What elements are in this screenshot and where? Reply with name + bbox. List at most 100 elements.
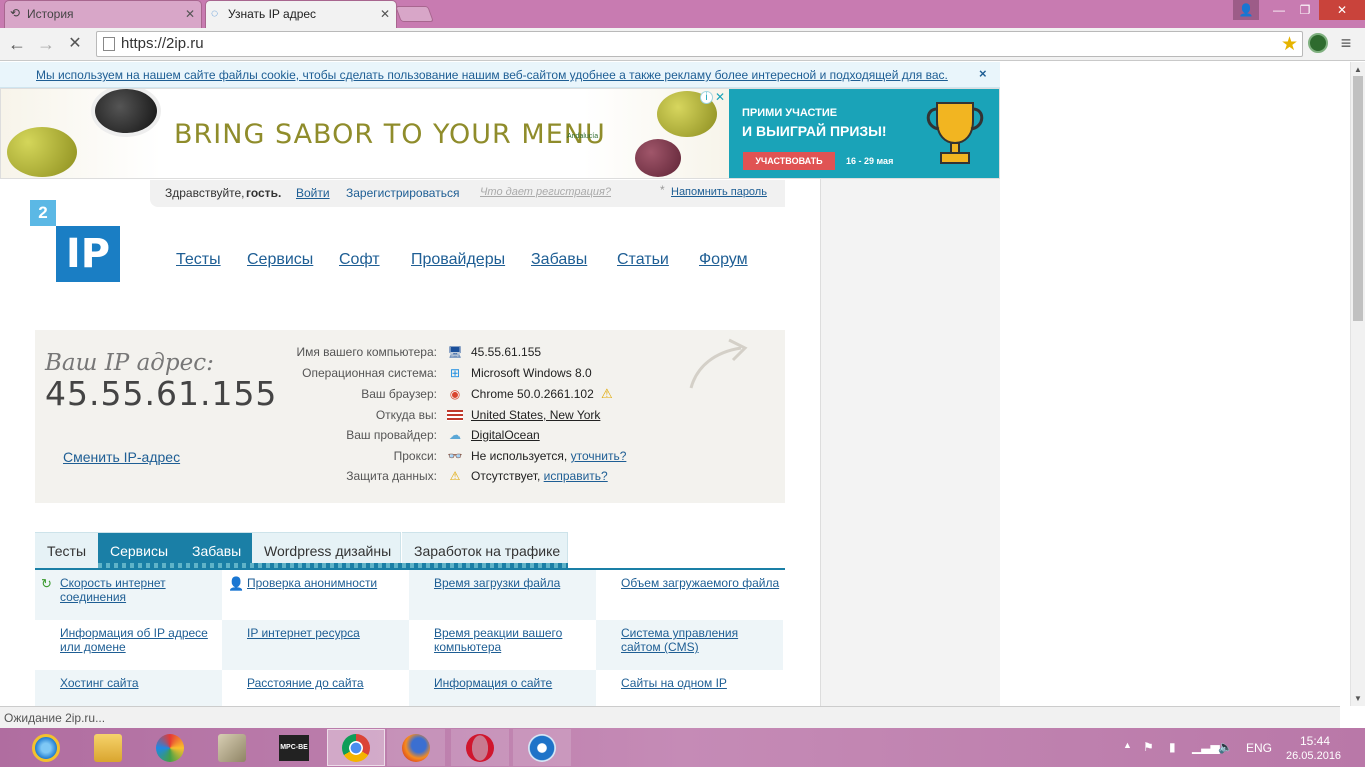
- service-link[interactable]: Информация об IP адресе или домене: [60, 626, 220, 654]
- nav-fun[interactable]: Забавы: [531, 251, 587, 269]
- why-register-link[interactable]: Что дает регистрация?: [480, 186, 611, 198]
- scroll-thumb[interactable]: [1353, 76, 1363, 321]
- taskbar-archive[interactable]: [203, 729, 261, 766]
- warning-icon[interactable]: ⚠: [601, 386, 613, 402]
- page-icon: [103, 37, 115, 51]
- nav-tests[interactable]: Тесты: [176, 251, 221, 269]
- close-icon[interactable]: ×: [979, 66, 987, 81]
- ip-row-label: Ваш провайдер:: [346, 428, 437, 442]
- forward-arrow-icon[interactable]: →: [35, 33, 57, 55]
- service-cell: Информация об IP адресе или домене: [35, 620, 222, 670]
- page-scrollbar[interactable]: ▲ ▼: [1350, 62, 1365, 706]
- globe-extension-icon[interactable]: [1308, 33, 1328, 53]
- url-text[interactable]: https://2ip.ru: [121, 35, 204, 52]
- address-bar[interactable]: https://2ip.ru ★: [96, 31, 1303, 57]
- clock-time[interactable]: 15:44: [1300, 734, 1330, 748]
- menu-icon[interactable]: ≡: [1338, 34, 1354, 52]
- chrome-icon: ◉: [449, 387, 461, 401]
- cookie-notice-text[interactable]: Мы используем на нашем сайте файлы cooki…: [36, 68, 948, 82]
- fix-link[interactable]: исправить?: [544, 469, 608, 483]
- location-link[interactable]: United States, New York: [471, 408, 600, 422]
- anonymity-person-icon: 👤: [228, 576, 245, 591]
- bookmark-star-icon[interactable]: ★: [1281, 33, 1298, 56]
- tab-tests[interactable]: Тесты: [35, 532, 98, 569]
- teamviewer-icon: [528, 733, 556, 762]
- taskbar-firefox[interactable]: [387, 729, 445, 766]
- volume-muted-icon[interactable]: 🔈: [1218, 740, 1233, 754]
- service-link[interactable]: Сайты на одном IP: [621, 676, 781, 690]
- close-window-button[interactable]: ✕: [1319, 0, 1365, 20]
- taskbar-explorer[interactable]: [79, 729, 137, 766]
- ad-info-icon[interactable]: i: [700, 91, 713, 104]
- service-link[interactable]: Система управления сайтом (CMS): [621, 626, 781, 654]
- new-tab-button[interactable]: [395, 6, 434, 22]
- provider-link[interactable]: DigitalOcean: [471, 428, 540, 442]
- nav-articles[interactable]: Статьи: [617, 251, 669, 269]
- ip-row-label: Имя вашего компьютера:: [296, 345, 437, 359]
- taskbar-chrome[interactable]: [327, 729, 385, 766]
- nav-providers[interactable]: Провайдеры: [411, 251, 505, 269]
- firefox-icon: [402, 733, 430, 762]
- service-link[interactable]: Время загрузки файла: [434, 576, 594, 590]
- taskbar-mpc-be[interactable]: MPC-BE: [265, 729, 323, 766]
- service-cell: Информация о сайте: [409, 670, 596, 706]
- ad-promo-panel[interactable]: ПРИМИ УЧАСТИЕ И ВЫИГРАЙ ПРИЗЫ! УЧАСТВОВА…: [729, 89, 999, 178]
- close-tab-icon[interactable]: ✕: [380, 1, 390, 27]
- service-link[interactable]: Проверка анонимности: [247, 576, 407, 590]
- service-link[interactable]: IP интернет ресурса: [247, 626, 407, 640]
- stop-loading-icon[interactable]: ✕: [64, 33, 86, 55]
- ad-slogan: BRING SABOR TO YOUR MENU: [174, 119, 606, 150]
- scroll-down-icon[interactable]: ▼: [1354, 694, 1362, 703]
- taskbar-ie[interactable]: [17, 729, 75, 766]
- back-arrow-icon[interactable]: ←: [6, 33, 28, 55]
- ad-olives-panel[interactable]: BRING SABOR TO YOUR MENU Andalucía i ✕: [1, 89, 729, 178]
- glasses-icon: 👓: [447, 449, 463, 463]
- service-cell: Система управления сайтом (CMS): [596, 620, 783, 670]
- service-link[interactable]: Хостинг сайта: [60, 676, 220, 690]
- service-link[interactable]: Расстояние до сайта: [247, 676, 407, 690]
- user-profile-icon[interactable]: 👤: [1233, 0, 1259, 20]
- power-icon[interactable]: ▮: [1169, 740, 1176, 754]
- ad-participate-button[interactable]: УЧАСТВОВАТЬ: [743, 152, 835, 170]
- ip-row-value: Chrome 50.0.2661.102: [471, 387, 594, 401]
- taskbar-teamviewer[interactable]: [513, 729, 571, 766]
- nav-services[interactable]: Сервисы: [247, 251, 313, 269]
- network-icon[interactable]: ▁▃▅: [1192, 740, 1220, 754]
- nav-software[interactable]: Софт: [339, 251, 380, 269]
- ip-row-location: Откуда вы: United States, New York: [35, 406, 785, 426]
- right-sidebar: [820, 179, 1000, 706]
- arrow-decoration-icon: [689, 338, 748, 389]
- tab-2ip[interactable]: ◌ Узнать IP адрес ✕: [205, 0, 397, 29]
- service-link[interactable]: Время реакции вашего компьютера: [434, 626, 594, 654]
- service-link[interactable]: Информация о сайте: [434, 676, 594, 690]
- action-center-icon[interactable]: ⚑: [1143, 740, 1154, 754]
- tab-history[interactable]: ⟲ История ✕: [4, 0, 202, 28]
- language-indicator[interactable]: ENG: [1246, 741, 1272, 755]
- login-link[interactable]: Войти: [296, 186, 330, 200]
- logo-ip-block[interactable]: IP: [56, 226, 120, 282]
- login-bar: Здравствуйте, гость. Войти Зарегистриров…: [150, 180, 785, 207]
- clarify-link[interactable]: уточнить?: [571, 449, 627, 463]
- scroll-up-icon[interactable]: ▲: [1354, 65, 1362, 74]
- restore-button[interactable]: ❐: [1291, 0, 1319, 20]
- remind-password-link[interactable]: Напомнить пароль: [671, 186, 767, 198]
- register-link[interactable]: Зарегистрироваться: [346, 186, 459, 200]
- ad-banner[interactable]: BRING SABOR TO YOUR MENU Andalucía i ✕ П…: [0, 88, 1000, 179]
- guest-text: гость.: [246, 186, 282, 200]
- archive-icon: [218, 733, 246, 762]
- ad-close-icon[interactable]: ✕: [715, 90, 725, 104]
- taskbar-opera[interactable]: [451, 729, 509, 766]
- service-link[interactable]: Объем загружаемого файла: [621, 576, 781, 590]
- close-tab-icon[interactable]: ✕: [185, 1, 195, 27]
- ip-row-proxy: Прокси: 👓 Не используется, уточнить?: [35, 447, 785, 467]
- history-icon: ⟲: [10, 6, 21, 20]
- show-hidden-icons[interactable]: ▲: [1123, 740, 1132, 750]
- nav-forum[interactable]: Форум: [699, 251, 748, 269]
- ip-info-box: Ваш IP адрес: 45.55.61.155 Сменить IP-ад…: [35, 330, 785, 503]
- mpc-be-label: MPC-BE: [280, 743, 308, 751]
- taskbar-media[interactable]: [141, 729, 199, 766]
- service-link[interactable]: Скорость интернет соединения: [60, 576, 220, 604]
- clock-date[interactable]: 26.05.2016: [1286, 750, 1341, 762]
- minimize-button[interactable]: —: [1265, 0, 1293, 20]
- logo-2-block[interactable]: 2: [30, 200, 56, 226]
